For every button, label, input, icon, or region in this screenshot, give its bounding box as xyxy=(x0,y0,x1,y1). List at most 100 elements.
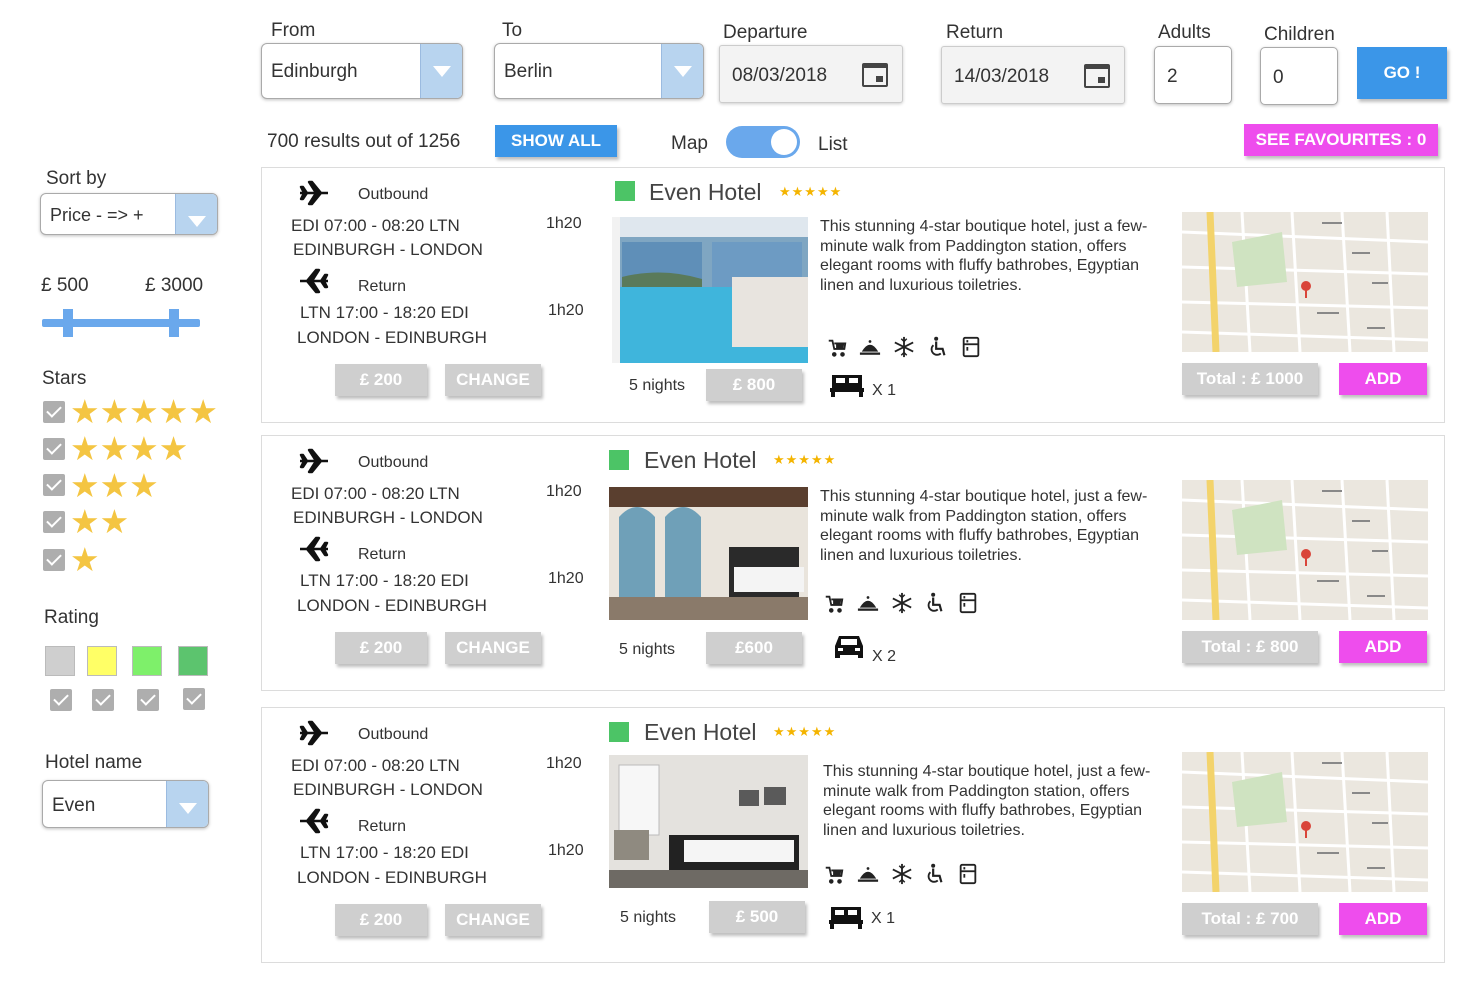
to-value: Berlin xyxy=(504,61,553,82)
result-card: Outbound EDI 07:00 - 08:20 LTN 1h20 EDIN… xyxy=(261,707,1445,963)
adults-label: Adults xyxy=(1158,22,1211,43)
return-date-field[interactable]: 14/03/2018 xyxy=(941,46,1125,104)
price-min-handle[interactable] xyxy=(63,309,73,337)
rating-swatch-green xyxy=(178,646,208,676)
rating-3-checkbox[interactable] xyxy=(137,689,159,711)
bed-icon xyxy=(832,632,866,662)
return-label: Return xyxy=(358,278,407,295)
bed-count: X 1 xyxy=(872,382,897,399)
results-count: 700 results out of 1256 xyxy=(267,131,461,152)
stars-3-checkbox[interactable] xyxy=(43,474,65,496)
price-min-label: £ 500 xyxy=(41,275,89,296)
change-flight-button[interactable]: CHANGE xyxy=(445,632,541,664)
room-service-icon xyxy=(857,592,879,614)
nights-count: 5 nights xyxy=(620,909,677,926)
calendar-icon[interactable] xyxy=(862,63,888,87)
to-select[interactable]: Berlin xyxy=(494,43,704,99)
hotel-photo[interactable] xyxy=(609,487,808,620)
adults-input[interactable]: 2 xyxy=(1154,46,1232,104)
rating-color-badge xyxy=(615,181,635,201)
calendar-icon[interactable] xyxy=(1084,64,1110,88)
chevron-down-icon[interactable] xyxy=(175,194,217,234)
outbound-times: EDI 07:00 - 08:20 LTN xyxy=(291,216,460,235)
hotel-photo[interactable] xyxy=(609,755,808,888)
hotel-price-button[interactable]: £ 500 xyxy=(709,901,805,933)
location-map[interactable] xyxy=(1182,480,1428,620)
change-flight-button[interactable]: CHANGE xyxy=(445,904,541,936)
chevron-down-icon[interactable] xyxy=(420,44,462,98)
children-input[interactable]: 0 xyxy=(1260,47,1338,105)
total-price-button[interactable]: Total : £ 700 xyxy=(1182,903,1318,935)
outbound-times: EDI 07:00 - 08:20 LTN xyxy=(291,756,460,775)
stars-4-checkbox[interactable] xyxy=(43,438,65,460)
chevron-down-icon[interactable] xyxy=(661,44,703,98)
hotel-description: This stunning 4-star boutique hotel, jus… xyxy=(823,763,1151,839)
return-route: LONDON - EDINBURGH xyxy=(297,868,487,887)
chevron-down-icon[interactable] xyxy=(166,781,208,827)
three-stars: ★★★ xyxy=(70,467,159,504)
total-price-button[interactable]: Total : £ 1000 xyxy=(1182,363,1318,395)
hotel-description: This stunning 4-star boutique hotel, jus… xyxy=(820,488,1148,564)
rating-swatch-yellow xyxy=(87,646,117,676)
outbound-route: EDINBURGH - LONDON xyxy=(293,780,483,799)
stars-label: Stars xyxy=(42,368,87,389)
outbound-plane-icon xyxy=(299,719,329,747)
sort-value: Price - => + xyxy=(50,205,144,225)
hotel-name[interactable]: Even Hotel xyxy=(649,179,762,206)
hotel-price-button[interactable]: £600 xyxy=(706,632,802,664)
stars-2-checkbox[interactable] xyxy=(43,511,65,533)
location-map[interactable] xyxy=(1182,212,1428,352)
rating-color-badge xyxy=(609,722,629,742)
outbound-duration: 1h20 xyxy=(546,215,582,232)
flight-price-button[interactable]: £ 200 xyxy=(335,904,427,936)
rating-label: Rating xyxy=(44,607,99,628)
air-conditioning-icon xyxy=(891,592,913,614)
return-times: LTN 17:00 - 18:20 EDI xyxy=(300,843,469,862)
accessible-icon xyxy=(924,592,946,614)
add-button[interactable]: ADD xyxy=(1339,363,1427,395)
add-button[interactable]: ADD xyxy=(1339,631,1427,663)
outbound-route: EDINBURGH - LONDON xyxy=(293,508,483,527)
children-value: 0 xyxy=(1273,67,1284,88)
from-select[interactable]: Edinburgh xyxy=(261,43,463,99)
accessible-icon xyxy=(924,863,946,885)
hotel-name[interactable]: Even Hotel xyxy=(644,447,757,474)
rating-swatch-grey xyxy=(45,646,75,676)
return-plane-icon xyxy=(299,807,329,835)
outbound-label: Outbound xyxy=(358,454,429,471)
stars-5-checkbox[interactable] xyxy=(43,401,65,423)
show-all-button[interactable]: SHOW ALL xyxy=(495,125,617,157)
hotel-photo[interactable] xyxy=(612,217,808,363)
hotel-name[interactable]: Even Hotel xyxy=(644,719,757,746)
rating-4-checkbox[interactable] xyxy=(183,688,205,710)
go-button[interactable]: GO ! xyxy=(1357,47,1447,99)
hotel-price-button[interactable]: £ 800 xyxy=(706,369,802,401)
return-value: 14/03/2018 xyxy=(954,66,1050,87)
location-map[interactable] xyxy=(1182,752,1428,892)
minibar-icon xyxy=(957,592,979,614)
rating-2-checkbox[interactable] xyxy=(92,689,114,711)
to-label: To xyxy=(502,20,523,41)
hotel-name-select[interactable]: Even xyxy=(42,780,209,828)
return-duration: 1h20 xyxy=(548,842,584,859)
result-card: Outbound EDI 07:00 - 08:20 LTN 1h20 EDIN… xyxy=(261,167,1445,423)
sort-select[interactable]: Price - => + xyxy=(40,193,218,235)
flight-price-button[interactable]: £ 200 xyxy=(335,632,427,664)
outbound-duration: 1h20 xyxy=(546,483,582,500)
bed-icon xyxy=(830,371,864,397)
flight-price-button[interactable]: £ 200 xyxy=(335,364,427,396)
two-stars: ★★ xyxy=(70,503,130,540)
price-max-handle[interactable] xyxy=(169,309,179,337)
rating-1-checkbox[interactable] xyxy=(50,689,72,711)
departure-date-field[interactable]: 08/03/2018 xyxy=(719,45,903,103)
see-favourites-button[interactable]: SEE FAVOURITES : 0 xyxy=(1244,124,1438,156)
total-price-button[interactable]: Total : £ 800 xyxy=(1182,631,1318,663)
map-list-toggle[interactable] xyxy=(726,126,800,158)
from-value: Edinburgh xyxy=(271,61,358,82)
return-duration: 1h20 xyxy=(548,570,584,587)
air-conditioning-icon xyxy=(893,336,915,358)
change-flight-button[interactable]: CHANGE xyxy=(445,364,541,396)
departure-value: 08/03/2018 xyxy=(732,65,828,86)
stars-1-checkbox[interactable] xyxy=(43,549,65,571)
add-button[interactable]: ADD xyxy=(1339,903,1427,935)
